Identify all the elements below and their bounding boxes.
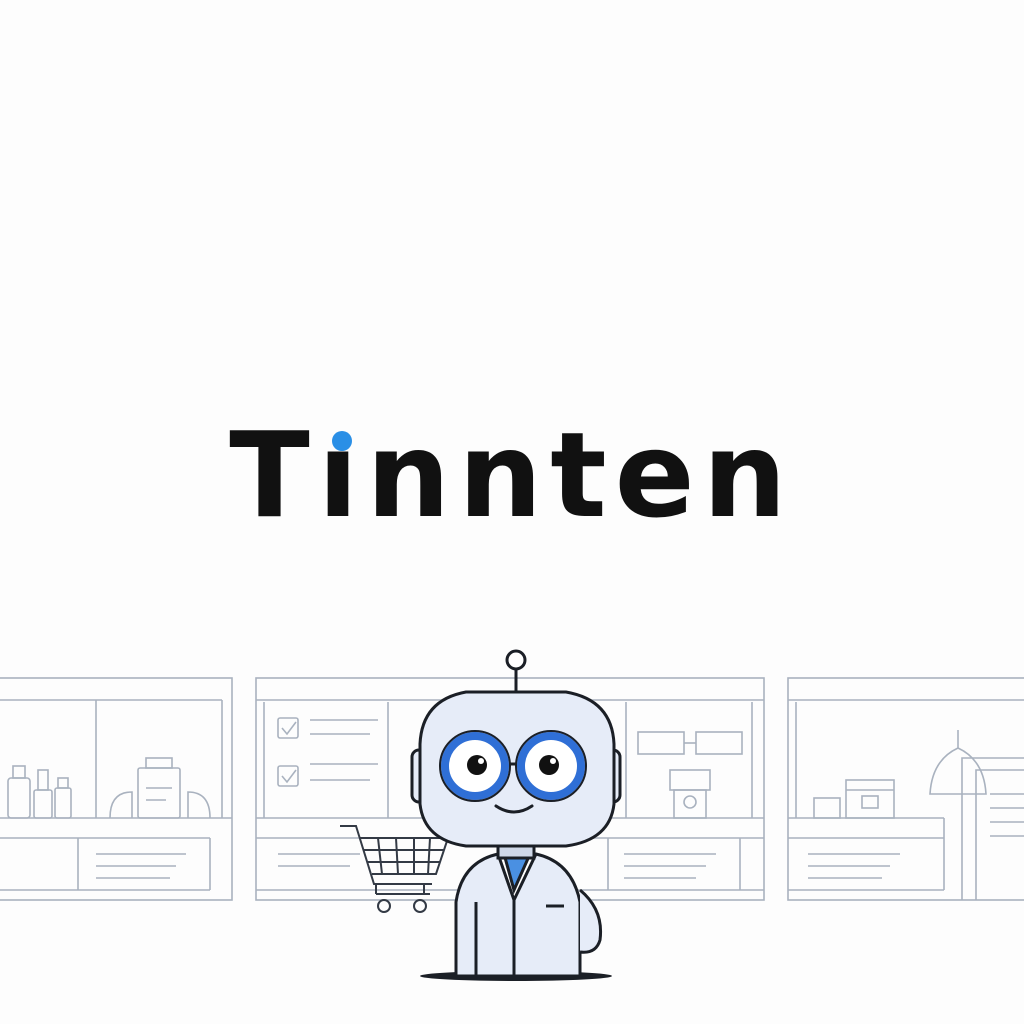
robot-coat: [454, 852, 603, 978]
brand-wordmark-part-2: nnten: [366, 406, 795, 544]
antenna-icon: [505, 649, 527, 671]
product-box-icon: [637, 731, 743, 819]
robot-mascot: [410, 649, 622, 981]
store-shelves-illustration: [0, 640, 1024, 1024]
brand-wordmark: Tı nnten: [0, 405, 1024, 545]
bottle-icon: [7, 765, 72, 819]
product-box-icon: [813, 779, 895, 819]
tool-box-icon: [109, 757, 211, 819]
shelf-unit-left: [0, 677, 233, 901]
checkbox-icon: [277, 717, 378, 787]
store-shelves-svg: [0, 649, 1024, 981]
shopping-cart-icon: [340, 825, 450, 913]
brand-wordmark-i: ı: [318, 405, 366, 545]
lamp-icon: [929, 730, 987, 795]
shelf-unit-right: [787, 677, 1024, 901]
brand-wordmark-i-stem: ı: [317, 406, 367, 544]
brand-dot-icon: [332, 431, 352, 451]
brand-wordmark-part-1: T: [229, 406, 318, 544]
splash-screen: Tı nnten: [0, 0, 1024, 1024]
